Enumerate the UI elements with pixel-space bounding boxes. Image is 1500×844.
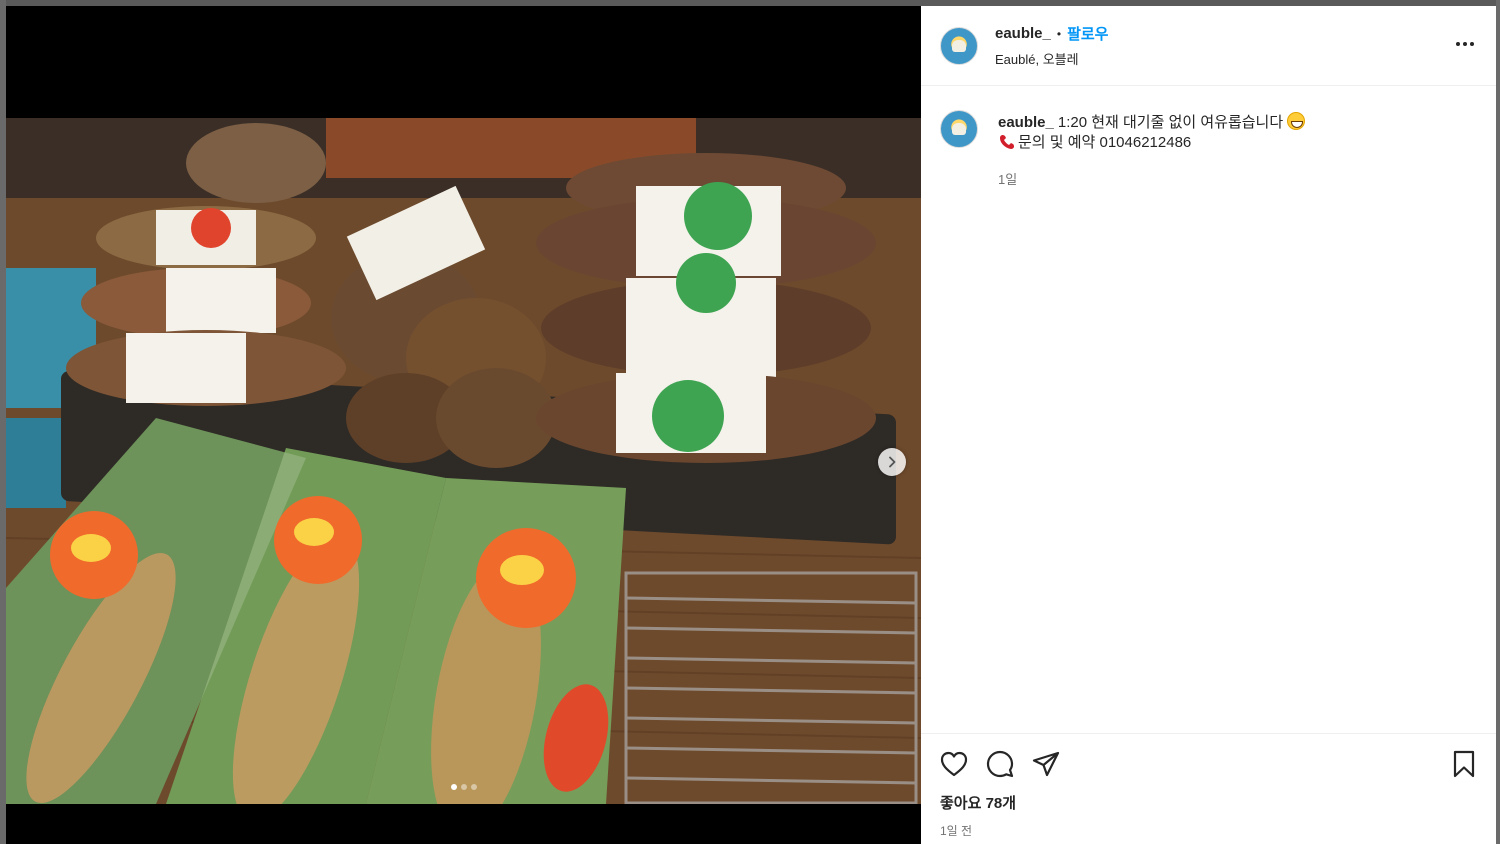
caption-body: eauble_ 1:20 현재 대기줄 없이 여유롭습니다 문의 및 예약 010…: [998, 112, 1306, 153]
more-horizontal-icon: [1456, 42, 1460, 46]
telephone-receiver-icon: [1000, 134, 1015, 149]
post-photo[interactable]: [6, 118, 921, 804]
carousel-dot: [460, 784, 467, 790]
caption-avatar[interactable]: [940, 110, 978, 148]
carousel-indicator: [6, 784, 921, 790]
like-button[interactable]: [938, 748, 970, 780]
caption: eauble_ 1:20 현재 대기줄 없이 여유롭습니다 문의 및 예약 010…: [940, 110, 1476, 153]
more-options-button[interactable]: [1456, 38, 1474, 50]
backdrop-right: [1496, 0, 1500, 844]
carousel-dot-active: [450, 784, 457, 790]
caption-line-2: 문의 및 예약 01046212486: [998, 133, 1305, 153]
post-actions: 좋아요 78개 1일 전: [921, 733, 1496, 839]
header-separator: •: [1056, 26, 1062, 41]
post-timestamp[interactable]: 1일 전: [938, 822, 1480, 839]
header-line: eauble_ • 팔로우: [995, 23, 1108, 44]
chevron-right-icon: [889, 456, 896, 468]
carousel-next-button[interactable]: [878, 448, 906, 476]
location-link[interactable]: Eaublé, 오블레: [995, 49, 1108, 68]
comment-button[interactable]: [984, 748, 1016, 780]
caption-text-2: 문의 및 예약 01046212486: [1018, 134, 1192, 151]
action-icon-row: [938, 748, 1480, 780]
comments-section: eauble_ 1:20 현재 대기줄 없이 여유롭습니다 문의 및 예약 010…: [921, 86, 1496, 188]
share-button[interactable]: [1030, 748, 1062, 780]
carousel-dot: [470, 784, 477, 790]
caption-line-1: eauble_ 1:20 현재 대기줄 없이 여유롭습니다: [998, 112, 1306, 133]
post-media: [6, 6, 921, 844]
grinning-face-emoji-icon: [1287, 112, 1306, 130]
send-icon: [1032, 751, 1060, 777]
bookmark-icon: [1453, 750, 1475, 778]
save-button[interactable]: [1448, 748, 1480, 780]
heart-icon: [940, 751, 968, 777]
author-username[interactable]: eauble_: [995, 25, 1051, 42]
likes-count[interactable]: 좋아요 78개: [938, 792, 1480, 813]
avatar[interactable]: [940, 26, 978, 65]
comment-icon: [986, 750, 1014, 778]
sandwich-photo-illustration: [6, 118, 921, 804]
post-side-panel: eauble_ • 팔로우 Eaublé, 오블레 eauble_ 1:20 현재…: [921, 6, 1496, 844]
caption-text-1: 1:20 현재 대기줄 없이 여유롭습니다: [1057, 114, 1284, 131]
caption-timestamp: 1일: [998, 172, 1018, 187]
follow-button[interactable]: 팔로우: [1067, 23, 1108, 44]
header-text: eauble_ • 팔로우 Eaublé, 오블레: [995, 23, 1108, 68]
post-header: eauble_ • 팔로우 Eaublé, 오블레: [921, 6, 1496, 86]
caption-username[interactable]: eauble_: [998, 114, 1054, 131]
